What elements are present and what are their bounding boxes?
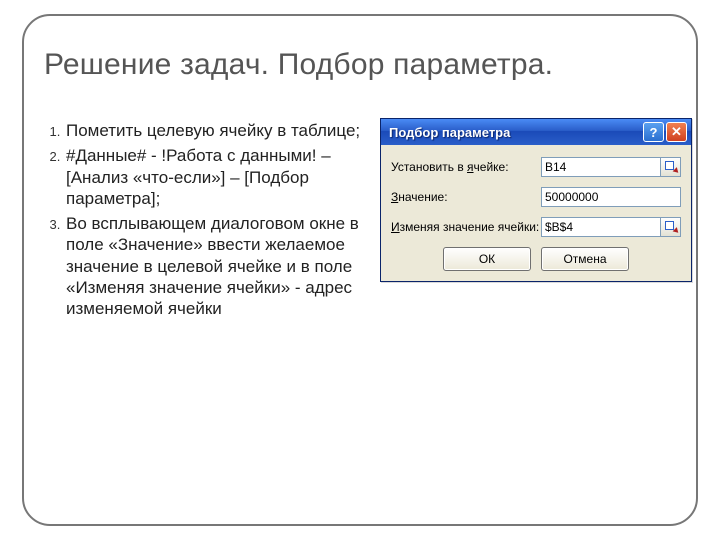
label-set-cell: Установить в ячейке: — [391, 160, 541, 174]
dialog-titlebar[interactable]: Подбор параметра ? ✕ — [381, 119, 691, 145]
close-icon: ✕ — [671, 124, 682, 140]
row-changing-cell: Изменяя значение ячейки: — [391, 217, 681, 237]
step-2: #Данные# - !Работа с данными! – [Анализ … — [64, 145, 366, 209]
slide: Решение задач. Подбор параметра. Пометит… — [0, 0, 720, 540]
dialog-body: Установить в ячейке: Значение: — [381, 145, 691, 281]
cancel-button[interactable]: Отмена — [541, 247, 629, 271]
slide-title: Решение задач. Подбор параметра. — [44, 48, 553, 82]
instructions: Пометить целевую ячейку в таблице; #Данн… — [44, 120, 366, 323]
input-set-cell[interactable] — [541, 157, 661, 177]
refedit-button-set-cell[interactable] — [661, 157, 681, 177]
step-1: Пометить целевую ячейку в таблице; — [64, 120, 366, 141]
goal-seek-dialog: Подбор параметра ? ✕ Установить в ячейке… — [380, 118, 692, 282]
row-value: Значение: — [391, 187, 681, 207]
input-changing-cell[interactable] — [541, 217, 661, 237]
input-value[interactable] — [541, 187, 681, 207]
help-icon: ? — [650, 125, 658, 140]
row-set-cell: Установить в ячейке: — [391, 157, 681, 177]
close-button[interactable]: ✕ — [666, 122, 687, 142]
refedit-button-changing-cell[interactable] — [661, 217, 681, 237]
label-changing-cell: Изменяя значение ячейки: — [391, 220, 541, 234]
help-button[interactable]: ? — [643, 122, 664, 142]
refedit-icon — [665, 221, 677, 233]
step-3: Во всплывающем диалоговом окне в поле «З… — [64, 213, 366, 319]
ok-button[interactable]: ОК — [443, 247, 531, 271]
label-value: Значение: — [391, 190, 541, 204]
dialog-title: Подбор параметра — [389, 125, 641, 140]
dialog-button-bar: ОК Отмена — [391, 247, 681, 271]
refedit-icon — [665, 161, 677, 173]
